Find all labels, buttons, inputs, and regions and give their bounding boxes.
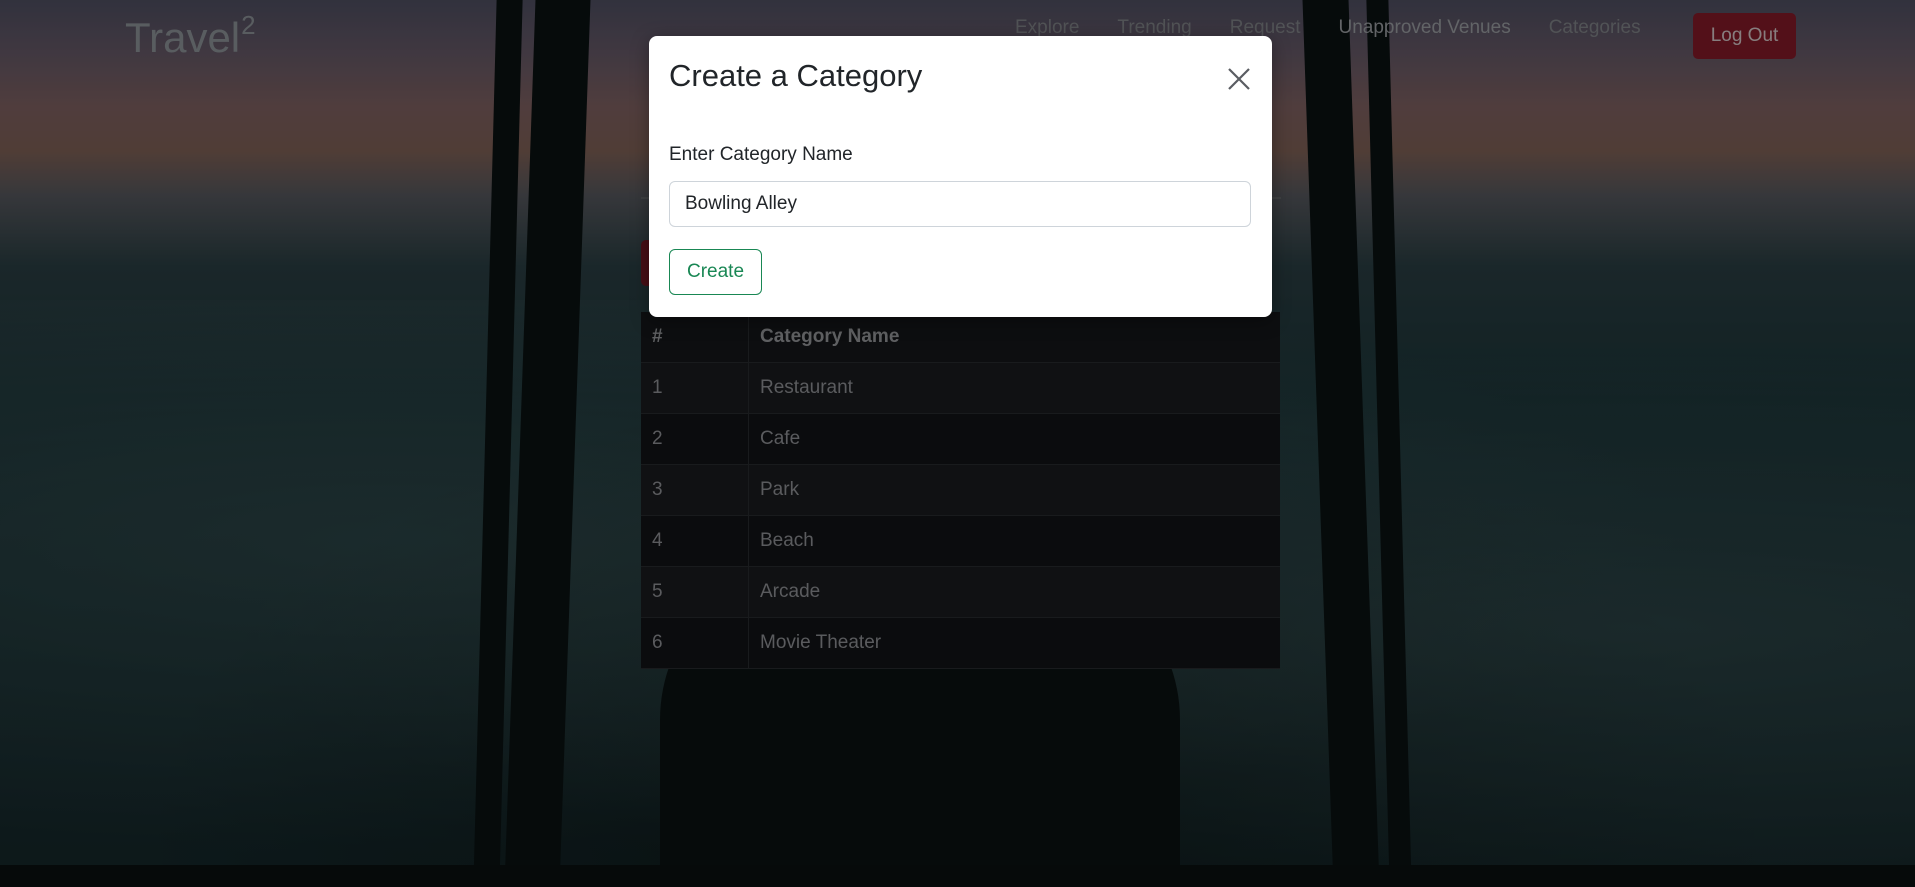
create-button[interactable]: Create [669,249,762,295]
close-icon[interactable] [1224,64,1254,94]
create-category-modal: Create a Category Enter Category Name Cr… [649,36,1272,317]
category-name-input[interactable] [669,181,1251,227]
modal-title: Create a Category [669,58,923,93]
category-name-label: Enter Category Name [669,144,853,165]
